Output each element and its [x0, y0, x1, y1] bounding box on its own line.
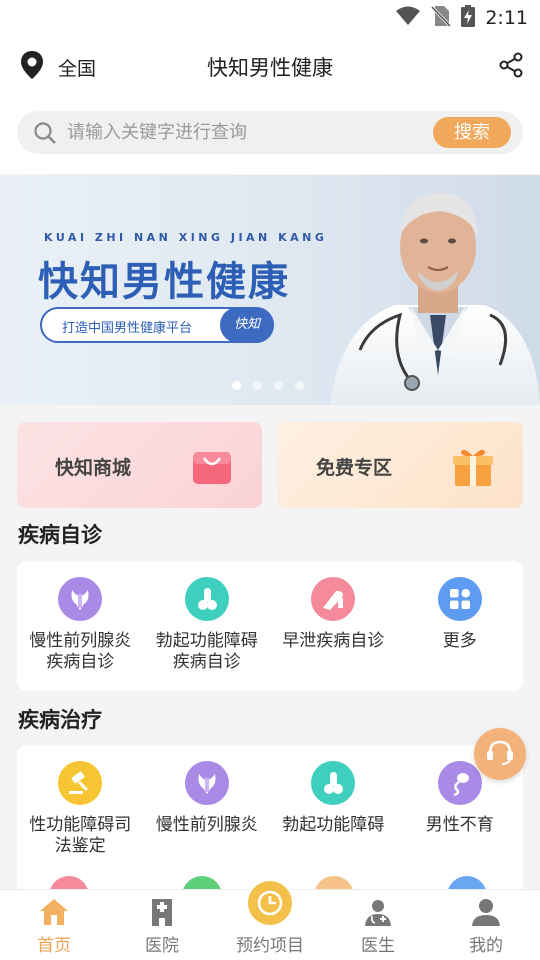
self-diagnosis-panel: 慢性前列腺炎 疾病自诊 勃起功能障碍 疾病自诊 早泄疾病自诊 更多: [17, 561, 523, 691]
tab-label: 医生: [361, 936, 395, 956]
bottom-tab-bar: 首页 医院 预约项目 医生 我的: [0, 878, 540, 960]
home-icon: [38, 896, 70, 928]
search-section: 搜索: [0, 98, 540, 174]
treatment-item-label: 性功能障碍司 法鉴定: [29, 815, 132, 856]
battery-charging-icon: [461, 5, 476, 31]
tab-mine[interactable]: 我的: [432, 890, 540, 960]
ed-icon: [311, 761, 356, 805]
carousel-dot[interactable]: [253, 381, 262, 390]
search-bar: 搜索: [17, 111, 523, 154]
banner-slogan: 打造中国男性健康平台 快知: [40, 307, 274, 343]
free-zone-card-label: 免费专区: [316, 457, 393, 479]
treatment-item-label: 慢性前列腺炎: [155, 815, 258, 835]
sperm-icon: [437, 761, 482, 805]
doctor-illustration: [330, 193, 540, 405]
free-zone-card[interactable]: 免费专区: [278, 422, 523, 508]
treatment-item-forensic[interactable]: 性功能障碍司 法鉴定: [17, 745, 144, 857]
header: 全国 快知男性健康: [0, 36, 540, 98]
mall-card[interactable]: 快知商城: [17, 422, 262, 508]
prostate-icon: [184, 761, 229, 805]
diagnosis-item-label: 勃起功能障碍 疾病自诊: [155, 631, 258, 672]
headset-icon: [484, 736, 516, 772]
treatment-item-ed[interactable]: 勃起功能障碍: [270, 745, 397, 857]
quick-entry-cards: 快知商城 免费专区: [17, 422, 523, 508]
search-icon: [33, 121, 57, 149]
diagnosis-item-label: 慢性前列腺炎 疾病自诊: [29, 631, 132, 672]
banner-pinyin: KUAI ZHI NAN XING JIAN KANG: [44, 231, 328, 244]
diagnosis-item-label: 早泄疾病自诊: [282, 631, 385, 651]
customer-service-button[interactable]: [474, 728, 526, 780]
gift-icon: [451, 444, 495, 492]
tab-hospital[interactable]: 医院: [108, 890, 216, 960]
carousel-dot[interactable]: [232, 381, 241, 390]
treatment-item-prostatitis[interactable]: 慢性前列腺炎: [144, 745, 271, 857]
pe-icon: [311, 577, 356, 621]
status-bar: 2:11: [0, 0, 540, 36]
tab-label: 医院: [145, 936, 179, 956]
diagnosis-item-more[interactable]: 更多: [397, 561, 524, 673]
ed-icon: [184, 577, 229, 621]
status-time: 2:11: [485, 7, 528, 29]
treatment-item-label: 勃起功能障碍: [282, 815, 385, 835]
more-grid-icon: [437, 577, 482, 621]
tab-label: 预约项目: [236, 936, 304, 956]
doctor-icon: [363, 896, 393, 928]
treatment-title: 疾病治疗: [18, 708, 102, 732]
page-title: 快知男性健康: [207, 56, 333, 80]
search-button[interactable]: 搜索: [433, 117, 511, 148]
share-icon[interactable]: [498, 52, 524, 82]
carousel-dots[interactable]: [232, 381, 304, 390]
tab-doctor[interactable]: 医生: [324, 890, 432, 960]
gavel-icon: [58, 761, 103, 805]
hospital-icon: [147, 896, 177, 928]
promo-banner[interactable]: KUAI ZHI NAN XING JIAN KANG 快知男性健康 打造中国男…: [0, 175, 540, 405]
carousel-dot[interactable]: [295, 381, 304, 390]
user-icon: [471, 896, 501, 928]
diagnosis-item-label: 更多: [442, 631, 477, 651]
treatment-item-label: 男性不育: [425, 815, 494, 835]
mall-card-label: 快知商城: [55, 457, 132, 479]
diagnosis-item-pe[interactable]: 早泄疾病自诊: [270, 561, 397, 673]
carousel-dot[interactable]: [274, 381, 283, 390]
no-sim-icon: [431, 5, 452, 31]
banner-slogan-text: 打造中国男性健康平台: [62, 321, 193, 336]
shopping-bag-icon: [190, 444, 234, 490]
banner-brand-badge: 快知: [220, 307, 274, 343]
clock-icon: [245, 878, 295, 928]
tab-appointment[interactable]: 预约项目: [216, 878, 324, 960]
tab-label: 我的: [469, 936, 503, 956]
search-input[interactable]: [67, 117, 427, 147]
tab-label: 首页: [37, 936, 71, 956]
wifi-icon: [395, 6, 421, 30]
diagnosis-item-ed[interactable]: 勃起功能障碍 疾病自诊: [144, 561, 271, 673]
self-diagnosis-title: 疾病自诊: [18, 523, 102, 547]
diagnosis-item-prostatitis[interactable]: 慢性前列腺炎 疾病自诊: [17, 561, 144, 673]
tab-home[interactable]: 首页: [0, 890, 108, 960]
banner-headline: 快知男性健康: [38, 259, 290, 305]
prostate-icon: [58, 577, 103, 621]
